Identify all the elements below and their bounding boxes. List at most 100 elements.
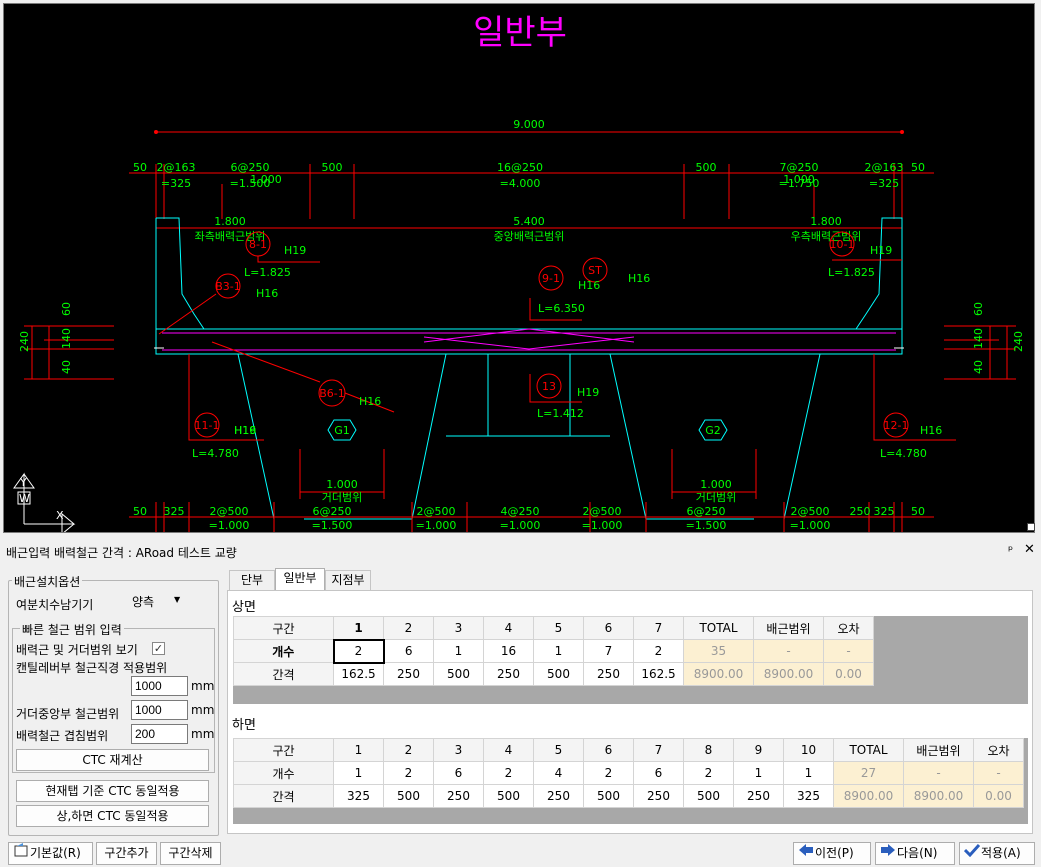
lower-spacing-cell[interactable]: 500 <box>583 784 634 808</box>
lower-spacing-cell[interactable]: 325 <box>333 784 384 808</box>
upper-grid[interactable]: 구간 1 2 3 4 5 6 7 TOTAL 배근범위 오차 개수 2 6 1 … <box>233 616 874 686</box>
upper-spacing-cell[interactable]: 162.5 <box>333 662 384 686</box>
girder-range-dim-2: 1.000 <box>700 478 732 491</box>
upper-spacing-cell[interactable]: 500 <box>433 662 484 686</box>
apply-button[interactable]: 적용(A) <box>959 842 1035 865</box>
lower-spacing-cell[interactable]: 500 <box>483 784 534 808</box>
upper-count-cell[interactable]: 7 <box>583 639 634 663</box>
upper-count-cell[interactable]: 1 <box>533 639 584 663</box>
drawing-canvas[interactable]: 일반부 9.000 50 2@163 6@250 500 16@250 500 … <box>3 3 1035 533</box>
left-dim-60: 60 <box>60 302 73 316</box>
lower-grid[interactable]: 구간 1 2 3 4 5 6 7 8 9 10 TOTAL 배근범위 오차 개수… <box>233 738 1024 808</box>
close-icon[interactable]: ✕ <box>1024 542 1035 557</box>
note-l4780-a: L=4.780 <box>192 447 239 460</box>
lower-head-cell[interactable]: 4 <box>483 738 534 762</box>
lower-count-cell[interactable]: 6 <box>633 761 684 785</box>
lower-head-range: 배근범위 <box>903 738 974 762</box>
bot-dim-6: 4@250 <box>501 505 540 518</box>
upper-head-cell[interactable]: 6 <box>583 616 634 640</box>
lower-count-cell[interactable]: 1 <box>733 761 784 785</box>
cantilever-label: 캔틸레버부 철근직경 적용범위 <box>16 661 168 675</box>
lower-head-cell[interactable]: 6 <box>583 738 634 762</box>
lower-count-cell[interactable]: 4 <box>533 761 584 785</box>
lower-spacing-cell[interactable]: 250 <box>433 784 484 808</box>
upper-count-cell[interactable]: 2 <box>332 638 385 664</box>
girder-center-input[interactable] <box>131 700 188 720</box>
note-h19-b: H19 <box>870 244 892 257</box>
bot-dim-4: 6@250 <box>313 505 352 518</box>
upper-head-total: TOTAL <box>683 616 754 640</box>
upper-spacing-cell[interactable]: 250 <box>583 662 634 686</box>
range-dim-right: 1.800 <box>810 215 842 228</box>
lower-count-cell[interactable]: 2 <box>483 761 534 785</box>
lower-count-cell[interactable]: 2 <box>583 761 634 785</box>
lower-spacing-cell[interactable]: 325 <box>783 784 834 808</box>
lower-head-cell[interactable]: 1 <box>333 738 384 762</box>
add-section-button[interactable]: 구간추가 <box>96 842 157 865</box>
cantilever-input[interactable] <box>131 676 188 696</box>
default-button[interactable]: 기본값(R) <box>8 842 93 865</box>
upper-head-cell[interactable]: 1 <box>333 616 384 640</box>
lower-spacing-cell[interactable]: 250 <box>733 784 784 808</box>
pin-icon[interactable]: ᵖ <box>1008 543 1013 557</box>
bot-dim-8: 6@250 <box>687 505 726 518</box>
lower-head-cell[interactable]: 3 <box>433 738 484 762</box>
remain-combo[interactable]: 양측 ▼ <box>128 591 188 611</box>
lower-head-cell[interactable]: 10 <box>783 738 834 762</box>
note-l4780-b: L=4.780 <box>880 447 927 460</box>
lower-spacing-cell[interactable]: 500 <box>683 784 734 808</box>
upper-row-label: 구간 <box>233 616 334 640</box>
lower-count-total: 27 <box>833 761 904 785</box>
upper-head-cell[interactable]: 7 <box>633 616 684 640</box>
overlap-input[interactable] <box>131 724 188 744</box>
upper-spacing-cell[interactable]: 250 <box>383 662 434 686</box>
overlap-unit: mm <box>191 727 215 741</box>
resize-grip[interactable] <box>1027 523 1035 531</box>
ctc-recalc-button[interactable]: CTC 재계산 <box>16 749 209 771</box>
upper-spacing-cell[interactable]: 162.5 <box>633 662 684 686</box>
show-range-checkbox[interactable]: ✓ <box>152 642 165 655</box>
prev-button[interactable]: 이전(P) <box>793 842 871 865</box>
upper-spacing-cell[interactable]: 250 <box>483 662 534 686</box>
lower-count-cell[interactable]: 6 <box>433 761 484 785</box>
next-button[interactable]: 다음(N) <box>875 842 955 865</box>
lower-count-cell[interactable]: 1 <box>783 761 834 785</box>
lower-count-cell[interactable]: 2 <box>683 761 734 785</box>
top-dim-4: 500 <box>322 161 343 174</box>
tab-support[interactable]: 지점부 <box>325 570 371 590</box>
lower-count-cell[interactable]: 2 <box>383 761 434 785</box>
upper-head-cell[interactable]: 2 <box>383 616 434 640</box>
note-h19-d: H19 <box>234 424 256 437</box>
upper-count-cell[interactable]: 6 <box>383 639 434 663</box>
lower-head-cell[interactable]: 2 <box>383 738 434 762</box>
lower-spacing-cell[interactable]: 250 <box>533 784 584 808</box>
bot-dim-7: 2@500 <box>583 505 622 518</box>
range-dim-center: 5.400 <box>513 215 545 228</box>
apply-current-tab-button[interactable]: 현재탭 기준 CTC 동일적용 <box>16 780 209 802</box>
upper-spacing-cell[interactable]: 500 <box>533 662 584 686</box>
upper-count-cell[interactable]: 2 <box>633 639 684 663</box>
lower-count-cell[interactable]: 1 <box>333 761 384 785</box>
upper-head-cell[interactable]: 3 <box>433 616 484 640</box>
lower-spacing-cell[interactable]: 500 <box>383 784 434 808</box>
note-h16-b: H16 <box>578 279 600 292</box>
lower-head-cell[interactable]: 9 <box>733 738 784 762</box>
upper-head-cell[interactable]: 5 <box>533 616 584 640</box>
upper-spacing-row: 간격 162.5 250 500 250 500 250 162.5 8900.… <box>233 662 874 686</box>
upper-count-cell[interactable]: 1 <box>433 639 484 663</box>
lower-head-cell[interactable]: 8 <box>683 738 734 762</box>
upper-head-cell[interactable]: 4 <box>483 616 534 640</box>
cantilever-unit: mm <box>191 679 215 693</box>
lower-head-cell[interactable]: 5 <box>533 738 584 762</box>
bubble-b3-1: B3-1 <box>215 280 241 293</box>
delete-section-button[interactable]: 구간삭제 <box>160 842 221 865</box>
tab-general[interactable]: 일반부 <box>275 568 325 590</box>
upper-count-cell[interactable]: 16 <box>483 639 534 663</box>
range-dim-left: 1.800 <box>214 215 246 228</box>
lower-spacing-cell[interactable]: 250 <box>633 784 684 808</box>
apply-updown-button[interactable]: 상,하면 CTC 동일적용 <box>16 805 209 827</box>
lower-head-cell[interactable]: 7 <box>633 738 684 762</box>
tab-end[interactable]: 단부 <box>229 570 275 590</box>
bot-dim-9: 2@500 <box>791 505 830 518</box>
chevron-down-icon: ▼ <box>174 595 181 604</box>
